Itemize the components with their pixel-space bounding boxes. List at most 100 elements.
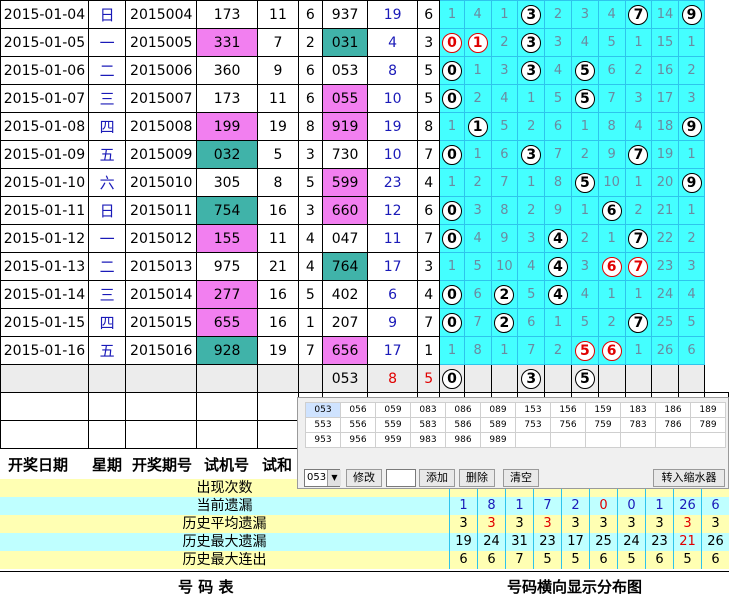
test-sum: 11	[257, 84, 299, 113]
test-number: 928	[195, 336, 259, 365]
digit-ball: 6	[601, 340, 622, 361]
draw-number: 402	[321, 280, 369, 309]
number-option[interactable]: 186	[655, 402, 691, 418]
stats-value: 3	[533, 515, 561, 533]
empty-cell	[257, 364, 299, 393]
import-filter-button[interactable]: 转入缩水器	[653, 469, 725, 487]
stats-value: 3	[505, 515, 533, 533]
test-number: 360	[195, 56, 259, 85]
stats-value: 6	[449, 551, 477, 569]
number-option[interactable]: 789	[690, 417, 726, 433]
omission-count: 2	[677, 224, 706, 253]
number-option[interactable]: 986	[445, 432, 481, 448]
digit-ball: 0	[442, 284, 463, 305]
number-option[interactable]: 556	[340, 417, 376, 433]
issue-number: 2015007	[125, 84, 197, 113]
preview-span: 5	[416, 364, 441, 393]
omission-count: 14	[651, 0, 679, 29]
weekday: 一	[87, 28, 127, 57]
digit-ball-1: 1	[463, 28, 492, 57]
digit-ball: 0	[442, 228, 463, 249]
number-list-row: 553 556 559 583 586 589 753 756 759 783 786 789	[305, 417, 726, 433]
number-option[interactable]: 059	[375, 402, 411, 418]
number-option[interactable]: 983	[410, 432, 446, 448]
number-option[interactable]: 083	[410, 402, 446, 418]
omission-count: 4	[597, 0, 626, 29]
test-sum: 7	[257, 28, 299, 57]
chevron-down-icon[interactable]: ▼	[327, 470, 341, 486]
omission-count: 19	[651, 140, 679, 169]
test-number: 975	[195, 252, 259, 281]
number-option[interactable]: 956	[340, 432, 376, 448]
omission-count: 6	[517, 308, 546, 337]
number-option[interactable]: 156	[550, 402, 586, 418]
number-option[interactable]: 189	[690, 402, 726, 418]
omission-count: 5	[517, 280, 546, 309]
delete-button[interactable]: 删除	[459, 469, 495, 487]
digit-ball-6: 6	[597, 336, 626, 365]
draw-number: 031	[321, 28, 369, 57]
number-option[interactable]: 089	[480, 402, 516, 418]
table-row: 2015-01-16 五 2015016 928 19 7 656 17 1 1 8 1 7 2 5 6 1 26…	[0, 336, 729, 365]
test-span: 7	[297, 336, 323, 365]
modify-button[interactable]: 修改	[346, 469, 382, 487]
stats-value: 7	[533, 497, 561, 515]
number-input[interactable]	[386, 469, 416, 487]
weekday: 二	[87, 56, 127, 85]
test-sum: 11	[257, 0, 299, 29]
number-option[interactable]: 759	[585, 417, 621, 433]
number-option	[550, 432, 586, 448]
omission-count: 1	[570, 112, 599, 141]
digit-ball-4: 4	[544, 252, 572, 281]
number-option[interactable]: 153	[515, 402, 551, 418]
digit-ball: 0	[442, 144, 463, 165]
number-option[interactable]: 553	[305, 417, 341, 433]
clear-button[interactable]: 清空	[503, 469, 539, 487]
number-option[interactable]: 586	[445, 417, 481, 433]
omission-count: 7	[490, 168, 519, 197]
test-span: 4	[297, 224, 323, 253]
number-option[interactable]: 559	[375, 417, 411, 433]
issue-number: 2015014	[125, 280, 197, 309]
omission-count: 3	[570, 252, 599, 281]
number-option[interactable]: 086	[445, 402, 481, 418]
test-number: 277	[195, 280, 259, 309]
number-picker-panel[interactable]: 053 056 059 083 086 089 153 156 159 183 186 189 553 5…	[297, 397, 729, 489]
omission-count: 23	[651, 252, 679, 281]
number-option[interactable]: 989	[480, 432, 516, 448]
test-number: 754	[195, 196, 259, 225]
number-option[interactable]: 753	[515, 417, 551, 433]
issue-number: 2015009	[125, 140, 197, 169]
number-option[interactable]: 159	[585, 402, 621, 418]
stats-value: 26	[701, 533, 729, 551]
test-span: 8	[297, 112, 323, 141]
table-row: 2015-01-12 一 2015012 155 11 4 047 11 7 0 4 9 3 4 2 1 7 22…	[0, 224, 729, 253]
weekday: 六	[87, 168, 127, 197]
digit-ball: 3	[521, 60, 542, 81]
omission-count: 7	[544, 140, 572, 169]
stats-values: 1 8 1 7 2 0 0 1 26 6	[449, 497, 729, 515]
omission-count: 2	[463, 168, 492, 197]
number-option[interactable]: 959	[375, 432, 411, 448]
test-number: 173	[195, 84, 259, 113]
draw-sum: 9	[367, 308, 418, 337]
draw-sum: 23	[367, 168, 418, 197]
number-option[interactable]: 183	[620, 402, 656, 418]
add-button[interactable]: 添加	[419, 469, 455, 487]
digit-ball: 6	[601, 200, 622, 221]
draw-sum: 19	[367, 0, 418, 29]
omission-count: 26	[651, 336, 679, 365]
digit-ball: 0	[442, 312, 463, 333]
number-option[interactable]: 053	[305, 402, 341, 418]
digit-ball-2: 2	[490, 280, 519, 309]
number-option[interactable]: 583	[410, 417, 446, 433]
number-option[interactable]: 589	[480, 417, 516, 433]
empty-cell	[195, 420, 259, 449]
number-option[interactable]: 056	[340, 402, 376, 418]
number-option[interactable]: 783	[620, 417, 656, 433]
draw-span: 4	[416, 168, 441, 197]
number-option[interactable]: 953	[305, 432, 341, 448]
number-option[interactable]: 786	[655, 417, 691, 433]
stats-row: 历史最大连出 6 6 7 5 5 6 5 6 5 6	[0, 551, 729, 569]
number-option[interactable]: 756	[550, 417, 586, 433]
